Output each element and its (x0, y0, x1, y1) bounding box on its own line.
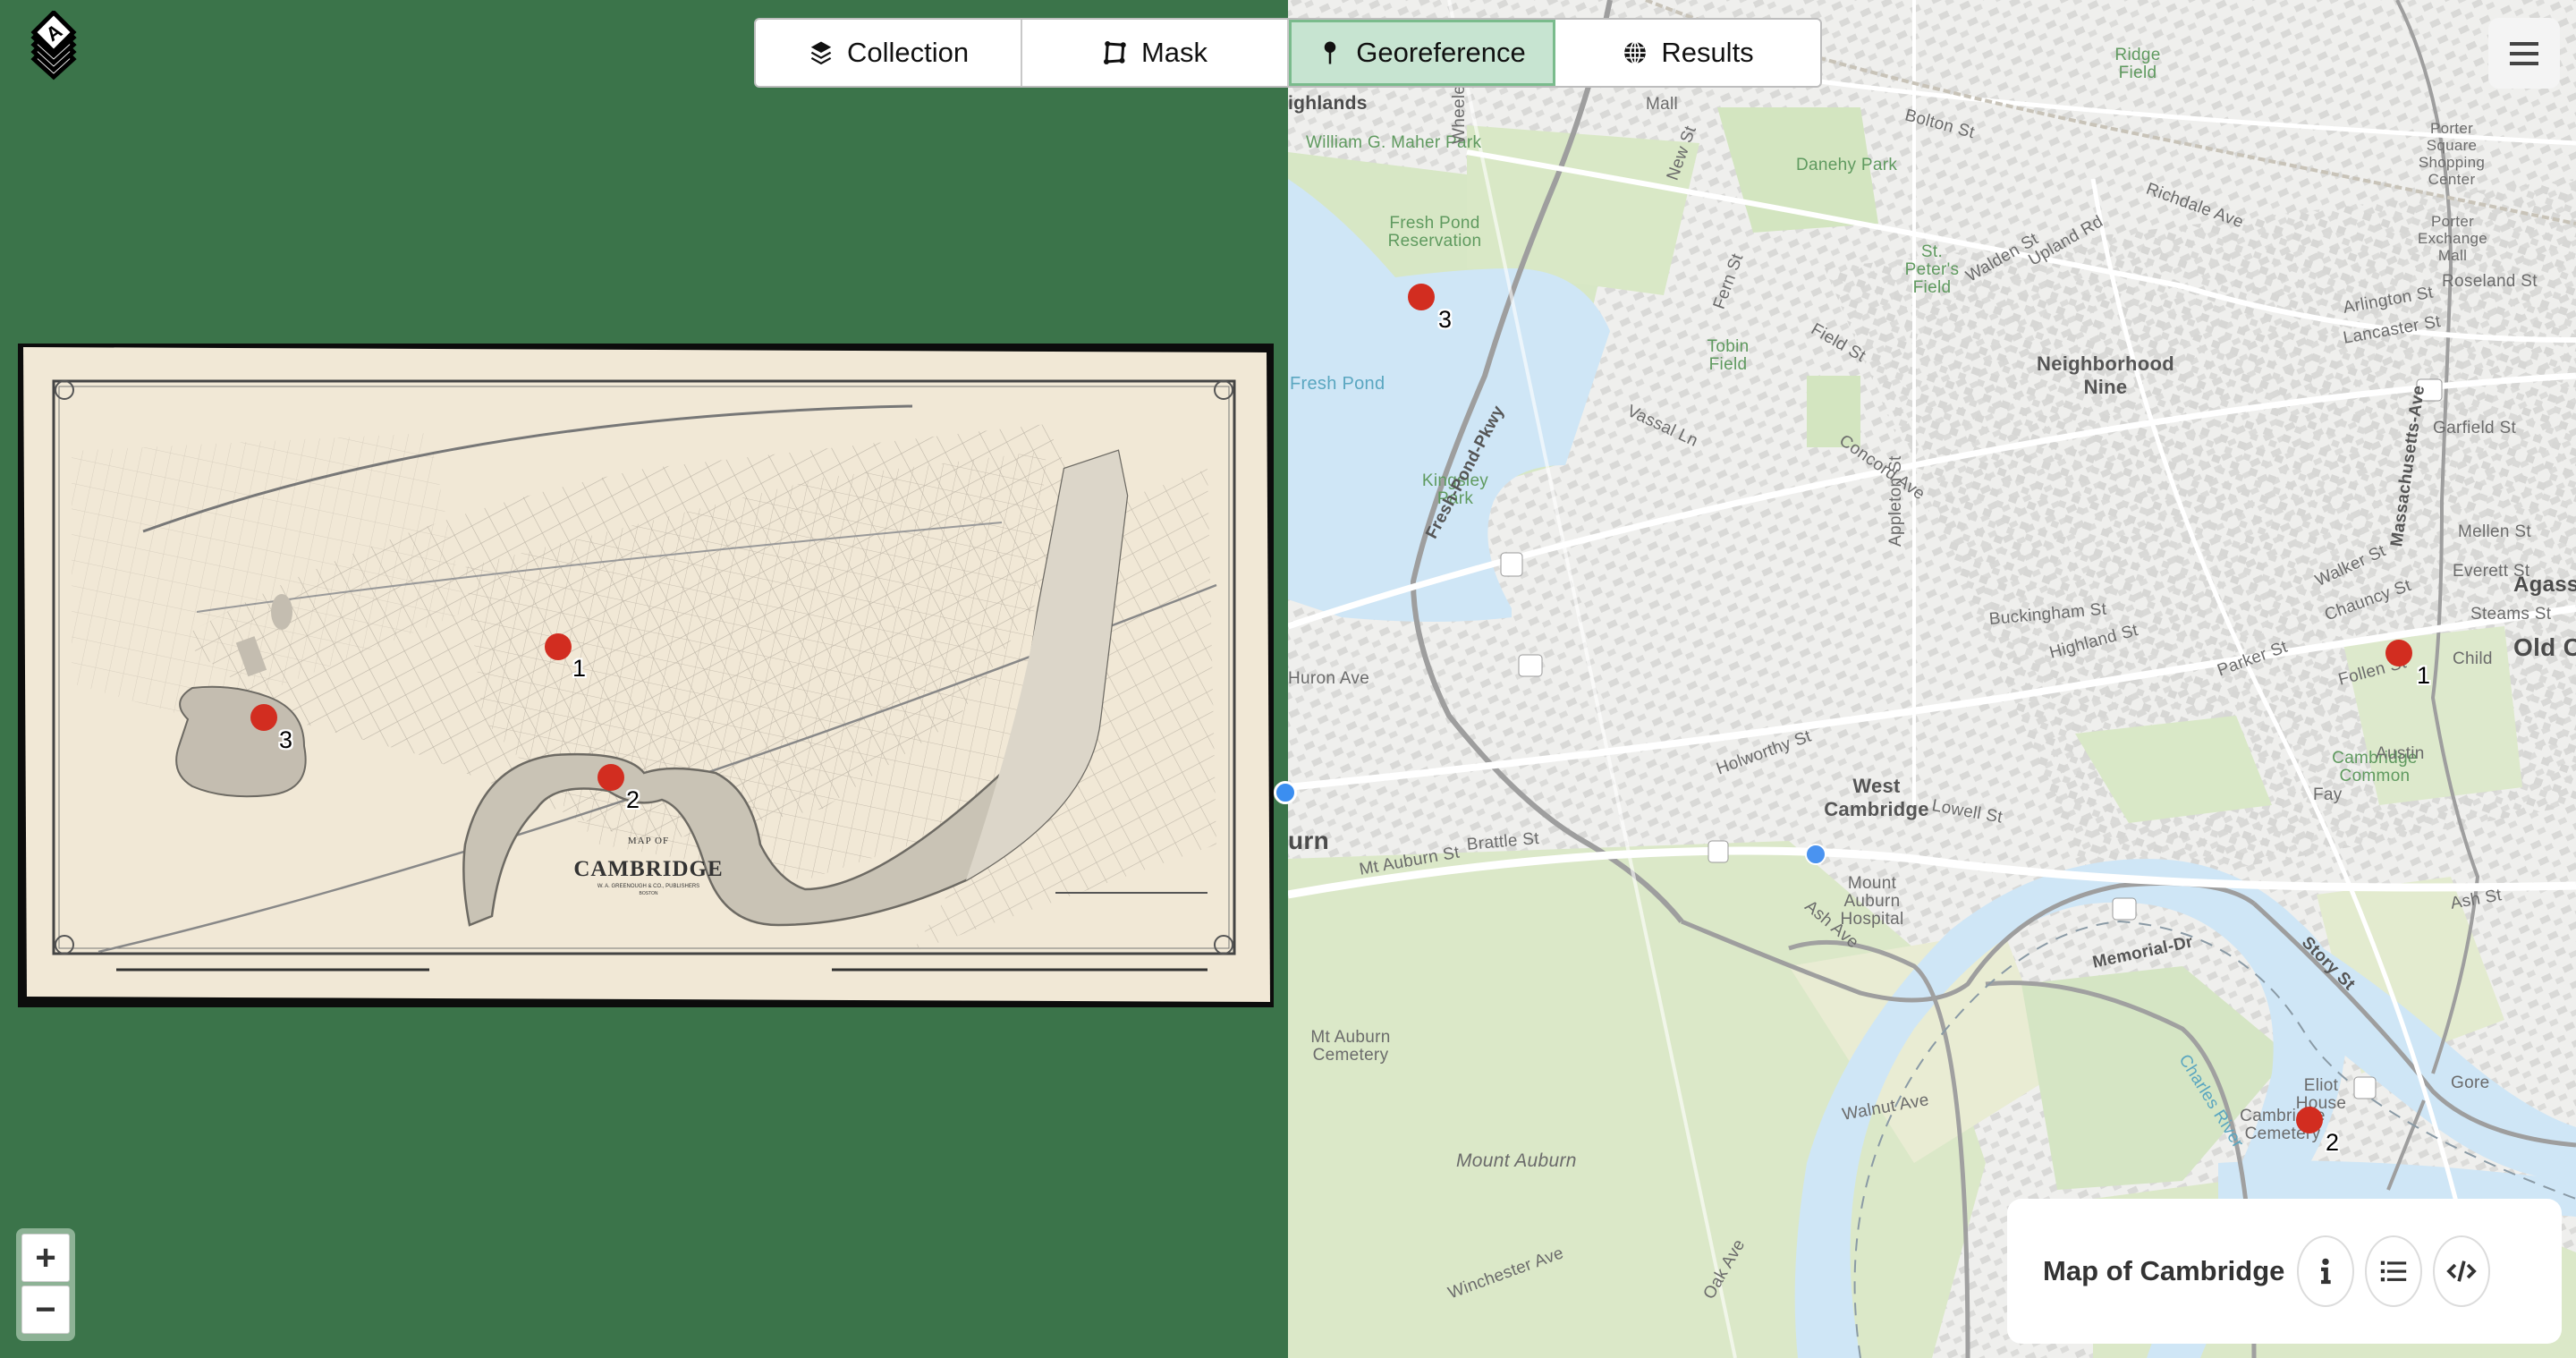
gcp-label-scan-1: 1 (572, 655, 587, 682)
info-icon (2321, 1258, 2332, 1285)
map-label-ridge-field: Ridge Field (2114, 46, 2161, 82)
image-viewer-pane[interactable]: MAP OF CAMBRIDGE W. A. GREENOUGH & CO., … (0, 0, 1288, 1358)
map-label-auburn: urn (1288, 827, 1330, 854)
scanned-map-drawing (23, 347, 1270, 1002)
globe-icon (1624, 41, 1647, 64)
tab-mask[interactable]: Mask (1022, 20, 1289, 86)
map-label-danehy-park: Danehy Park (1796, 156, 1898, 174)
tab-georeference[interactable]: Georeference (1289, 20, 1555, 86)
map-label-porter-square: Porter Square Shopping Center (2418, 120, 2486, 188)
gcp-marker-map-1[interactable] (2385, 640, 2412, 666)
gcp-label-map-2: 2 (2326, 1129, 2340, 1156)
code-icon (2446, 1260, 2478, 1282)
map-label-fay: Fay (2313, 785, 2343, 804)
app-root: MAP OF CAMBRIDGE W. A. GREENOUGH & CO., … (0, 0, 2576, 1358)
map-label-gore: Gore (2451, 1074, 2490, 1092)
map-title: Map of Cambridge (2043, 1255, 2285, 1286)
map-label-porter-exchange: Porter Exchange Mall (2417, 213, 2487, 264)
split-divider-handle[interactable] (1274, 781, 1297, 804)
scan-title-small: MAP OF (627, 836, 670, 846)
stacked-pages-logo-icon: A (30, 9, 77, 81)
map-label-tobin-field: Tobin Field (1707, 337, 1750, 374)
tab-results[interactable]: Results (1555, 20, 1820, 86)
map-label-mount-auburn: Mount Auburn (1456, 1150, 1577, 1171)
tab-georeference-label: Georeference (1356, 37, 1526, 68)
scanned-map-image[interactable]: MAP OF CAMBRIDGE W. A. GREENOUGH & CO., … (18, 344, 1274, 1007)
main-menu-button[interactable] (2488, 18, 2560, 89)
hamburger-menu-icon (2510, 41, 2538, 65)
gcp-marker-scan-1[interactable] (545, 633, 572, 660)
scan-publisher: W. A. GREENOUGH & CO., PUBLISHERS (597, 884, 700, 889)
map-label-eliot-house: Eliot House (2295, 1076, 2347, 1113)
street-label: Everett St (2453, 562, 2530, 581)
map-info-panel: Map of Cambridge (2007, 1199, 2562, 1344)
gcp-label-map-3: 3 (1438, 306, 1453, 333)
scan-address: BOSTON (639, 891, 658, 896)
tab-mask-label: Mask (1140, 37, 1208, 68)
map-label-mt-auburn-cemetery-west: Mt Auburn Cemetery (1310, 1028, 1391, 1065)
scan-zoom-controls: + − (16, 1228, 75, 1341)
map-label-west-cambridge: West Cambridge (1824, 775, 1929, 820)
street-label: Garfield St (2433, 419, 2517, 437)
gcp-marker-map-3[interactable] (1408, 284, 1435, 310)
street-label: Mellen St (2458, 522, 2531, 541)
map-label-mall: Mall (1646, 95, 1679, 114)
gcp-marker-map-2[interactable] (2296, 1107, 2323, 1133)
map-label-st-peters-field: St. Peter's Field (1904, 242, 1960, 297)
map-label-child: Child (2453, 649, 2493, 668)
embed-code-button[interactable] (2433, 1235, 2491, 1307)
scan-zoom-in-button[interactable]: + (21, 1234, 70, 1282)
map-pin-icon (1324, 41, 1336, 64)
info-button[interactable] (2297, 1235, 2355, 1307)
scan-title: CAMBRIDGE (573, 857, 724, 881)
list-icon (2381, 1260, 2407, 1282)
map-label-fresh-pond-reservation: Fresh Pond Reservation (1387, 214, 1482, 250)
map-label-fresh-pond: Fresh Pond (1290, 374, 1385, 394)
layers-icon (810, 41, 832, 65)
map-label-old-cambridge: Old C (2513, 633, 2576, 661)
gcp-label-map-1: 1 (2417, 662, 2431, 689)
street-label: Steams St (2470, 605, 2552, 624)
map-label-austin: Austin (2376, 744, 2425, 763)
tab-collection-label: Collection (846, 37, 970, 68)
tab-collection[interactable]: Collection (756, 20, 1022, 86)
tab-results-label: Results (1661, 37, 1754, 68)
gcp-label-scan-2: 2 (626, 786, 640, 813)
map-label-neighborhood-nine: Neighborhood Nine (2037, 352, 2174, 398)
gcp-label-scan-3: 3 (279, 726, 293, 753)
basemap-pane[interactable]: ighlands Mall William G. Maher Park Fres… (1288, 0, 2576, 1358)
location-dot (1805, 844, 1826, 865)
scan-title-block: MAP OF CAMBRIDGE W. A. GREENOUGH & CO., … (559, 836, 738, 896)
gcp-marker-scan-2[interactable] (597, 764, 624, 791)
street-label: Appleton St (1886, 455, 1905, 547)
list-button[interactable] (2365, 1235, 2423, 1307)
map-label-highlands: ighlands (1288, 93, 1368, 114)
mask-crop-icon (1103, 41, 1126, 64)
street-label: Roseland St (2442, 272, 2538, 291)
scan-zoom-out-button[interactable]: − (21, 1286, 70, 1334)
gcp-marker-scan-3[interactable] (250, 704, 277, 731)
workflow-tabs: Collection Mask Georeference Results (754, 18, 1822, 88)
app-logo[interactable]: A (18, 9, 89, 82)
street-label: Huron Ave (1288, 669, 1370, 688)
